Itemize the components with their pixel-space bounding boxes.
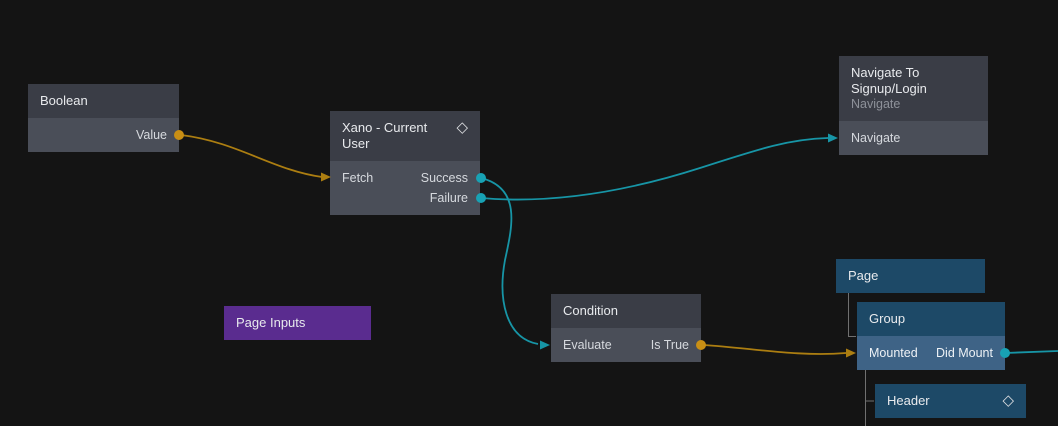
node-header-header: Header ◇ [875,384,1026,418]
input-port-arrow [828,134,838,143]
node-boolean-header: Boolean [28,84,179,118]
node-title: Boolean [40,93,88,109]
node-group[interactable]: Group Mounted Did Mount [857,302,1005,370]
port-failure-output[interactable]: Failure [430,188,468,208]
node-editor-canvas[interactable]: Boolean Value Xano - Current User ◇ Fetc… [0,0,1058,426]
node-navigate-ports: Navigate [839,121,988,155]
node-title: Header [887,393,930,409]
connection-xano-failure-to-navigate[interactable] [476,134,838,204]
port-success-output[interactable]: Success [421,168,468,188]
port-evaluate-input[interactable]: Evaluate [563,335,612,355]
component-diamond-icon: ◇ [456,120,468,136]
node-page-header: Page [836,259,985,293]
input-port-arrow [540,341,550,350]
port-value-output[interactable]: Value [136,125,167,145]
node-title: Page Inputs [236,315,305,331]
node-boolean-ports: Value [28,118,179,152]
node-group-ports: Mounted Did Mount [857,336,1005,370]
node-navigate-to-signup-login[interactable]: Navigate To Signup/Login Navigate Naviga… [839,56,988,155]
node-xano-current-user[interactable]: Xano - Current User ◇ Fetch Success Fail… [330,111,480,215]
node-title: Condition [563,303,618,319]
node-group-header: Group [857,302,1005,336]
node-navigate-header: Navigate To Signup/Login Navigate [839,56,988,121]
node-boolean[interactable]: Boolean Value [28,84,179,152]
node-condition[interactable]: Condition Evaluate Is True [551,294,701,362]
node-condition-header: Condition [551,294,701,328]
node-title: Navigate To Signup/Login [851,65,969,97]
component-diamond-icon: ◇ [1002,393,1014,409]
node-page-inputs-header: Page Inputs [224,306,371,340]
port-fetch-input[interactable]: Fetch [342,168,373,188]
node-title: Group [869,311,905,327]
node-xano-header: Xano - Current User ◇ [330,111,480,161]
node-title: Page [848,268,878,284]
connection-group-did-mount-offscreen[interactable] [1000,348,1058,358]
input-port-arrow [846,349,856,358]
port-is-true-output[interactable]: Is True [651,335,689,355]
port-did-mount-output[interactable]: Did Mount [936,343,993,363]
connection-condition-is-true-to-group-mounted[interactable] [696,340,856,358]
node-subtitle: Navigate [851,97,976,112]
node-xano-ports: Fetch Success Failure [330,161,480,215]
hierarchy-line-page-group [849,293,857,337]
port-mounted-input[interactable]: Mounted [869,343,918,363]
connection-boolean-value-to-xano-fetch[interactable] [174,130,331,182]
node-condition-ports: Evaluate Is True [551,328,701,362]
port-navigate-input[interactable]: Navigate [851,128,900,148]
hierarchy-line-group-header [866,370,875,426]
connection-xano-success-to-condition-evaluate[interactable] [476,173,550,350]
node-title: Xano - Current User [342,120,442,152]
node-page-inputs[interactable]: Page Inputs [224,306,371,340]
node-header[interactable]: Header ◇ [875,384,1026,418]
node-page[interactable]: Page [836,259,985,293]
